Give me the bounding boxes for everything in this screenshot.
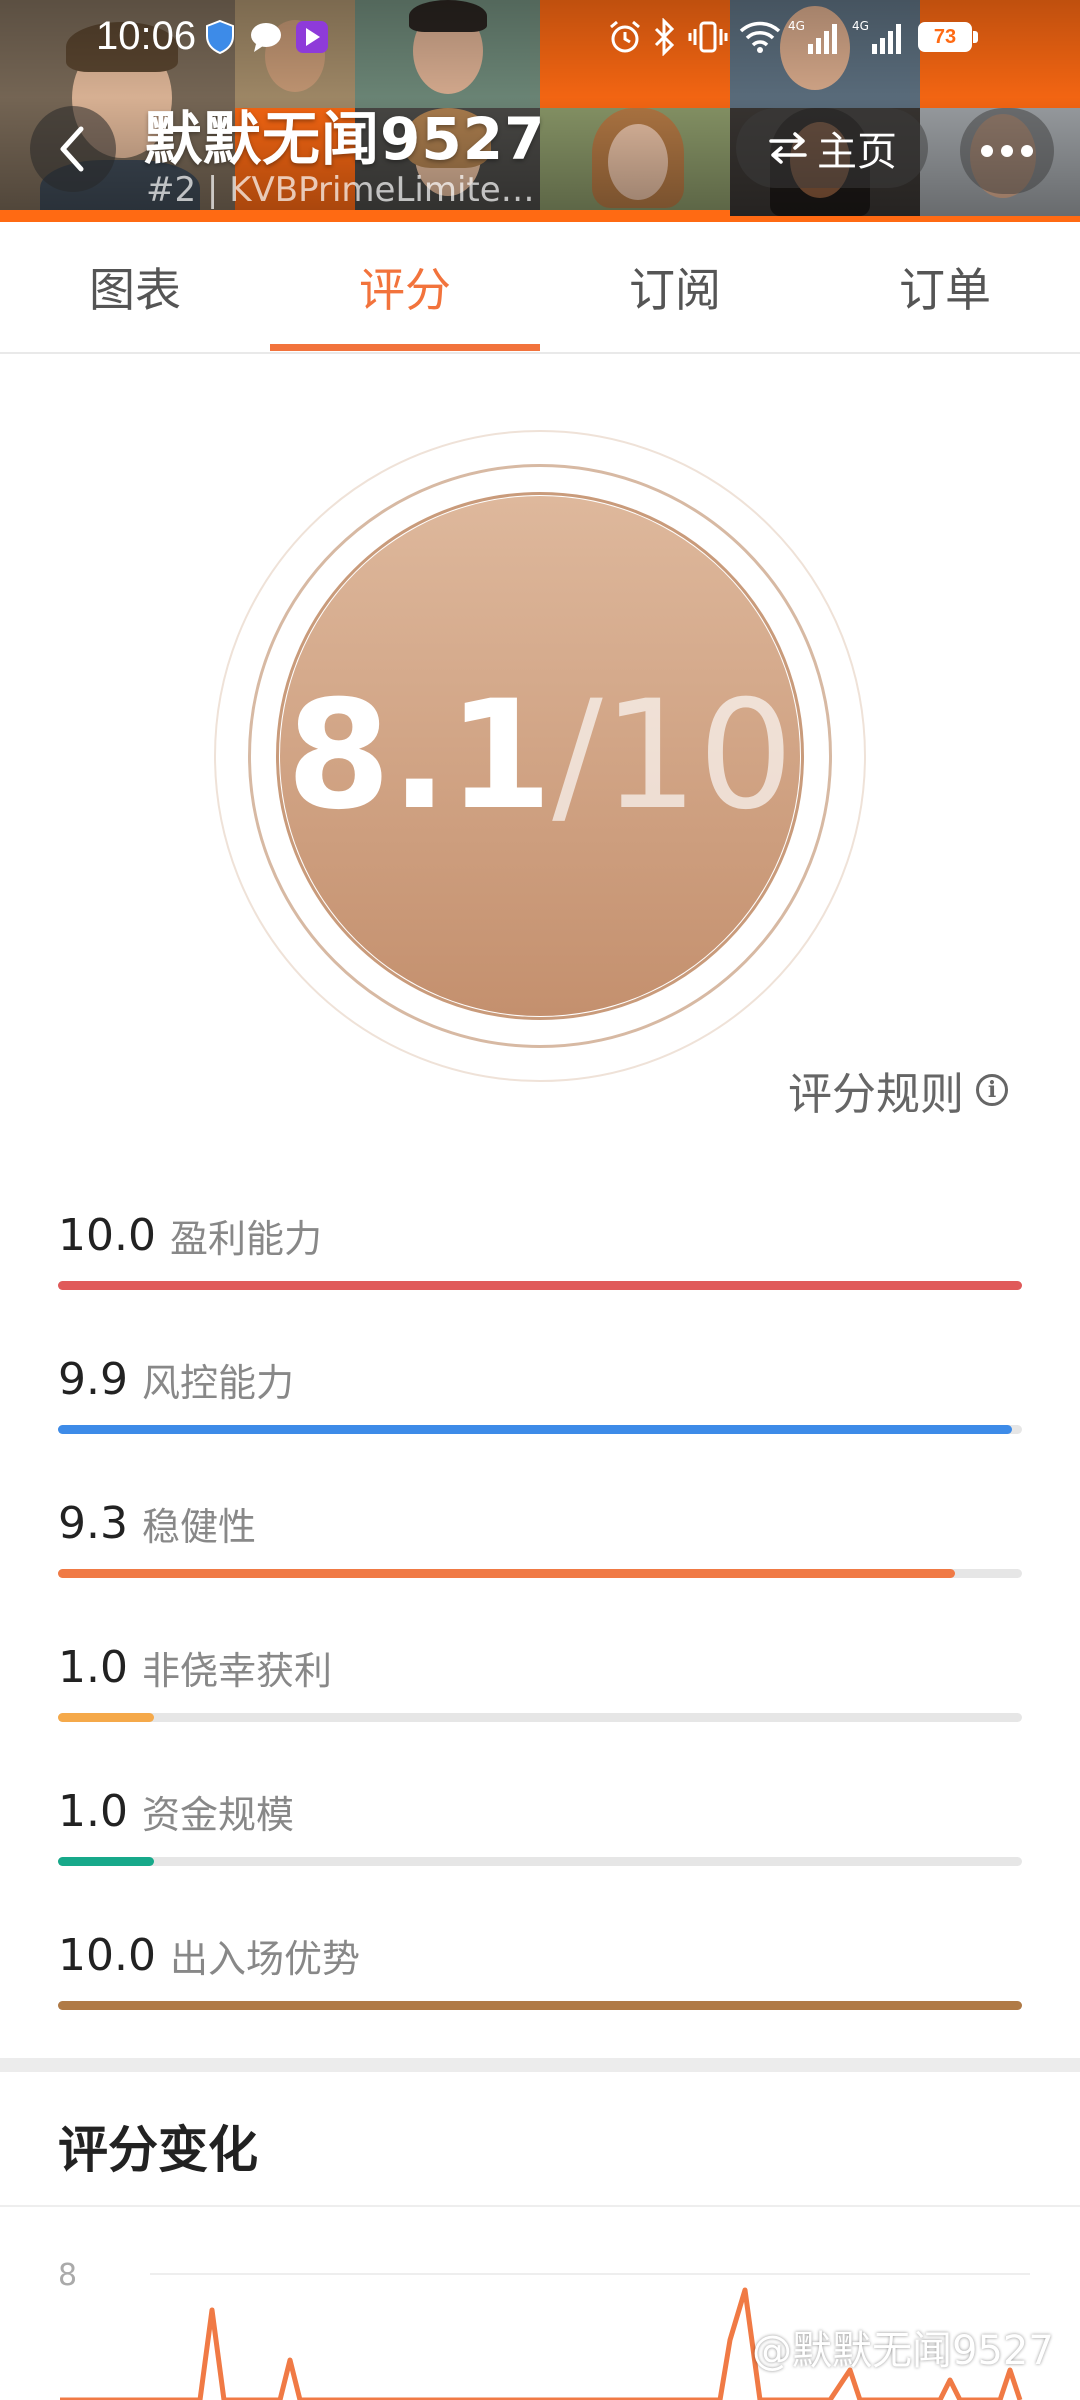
tab-orders[interactable]: 订单 — [810, 222, 1080, 352]
metric-name: 非侥幸获利 — [141, 1648, 332, 1693]
watermark: @默默无闻9527 — [752, 2328, 1054, 2374]
more-dot-icon — [1001, 145, 1013, 157]
metric-capital-scale: 1.0 资金规模 — [58, 1781, 1022, 1891]
alarm-icon — [606, 18, 644, 56]
metric-value: 10.0 — [58, 1209, 156, 1261]
metric-bar-track — [58, 1425, 1022, 1434]
metric-bar-track — [58, 2001, 1022, 2010]
more-options-button[interactable] — [960, 108, 1054, 194]
metric-stability: 9.3 稳健性 — [58, 1493, 1022, 1603]
metric-label: 1.0 资金规模 — [58, 1781, 294, 1841]
home-button[interactable]: 主页 — [736, 108, 928, 188]
metric-bar-track — [58, 1281, 1022, 1290]
score-max: /10 — [552, 669, 794, 843]
wifi-icon — [738, 18, 782, 56]
svg-text:4G: 4G — [852, 19, 869, 33]
section-separator — [0, 2205, 1080, 2207]
metric-bar-track — [58, 1857, 1022, 1866]
score-value: 8.1 — [286, 669, 553, 843]
back-button[interactable] — [30, 106, 116, 192]
more-dot-icon — [981, 145, 993, 157]
metric-label: 10.0 盈利能力 — [58, 1205, 322, 1265]
metric-entry-exit-advantage: 10.0 出入场优势 — [58, 1925, 1022, 2035]
shield-app-icon — [204, 18, 236, 56]
score-text: 8.1/10 — [214, 430, 866, 1082]
metric-name: 风控能力 — [141, 1360, 294, 1405]
tab-chart[interactable]: 图表 — [0, 222, 270, 352]
metric-label: 9.3 稳健性 — [58, 1493, 256, 1553]
metric-value: 10.0 — [58, 1929, 156, 1981]
home-button-label: 主页 — [817, 129, 897, 175]
swap-icon — [769, 132, 807, 164]
header-accent-strip — [0, 210, 730, 220]
tab-rating[interactable]: 评分 — [270, 222, 540, 352]
metric-value: 9.9 — [58, 1353, 128, 1405]
metric-risk-control: 9.9 风控能力 — [58, 1349, 1022, 1459]
metric-bar-fill — [58, 1281, 1022, 1290]
user-name-title: 默默无闻9527 — [144, 105, 546, 173]
metric-bar-fill — [58, 1569, 955, 1578]
metric-bar-fill — [58, 1713, 155, 1722]
overall-score-badge: 8.1/10 — [214, 430, 866, 1082]
bluetooth-icon — [652, 18, 676, 56]
metric-non-luck-profit: 1.0 非侥幸获利 — [58, 1637, 1022, 1747]
metric-name: 出入场优势 — [169, 1936, 360, 1981]
metric-name: 稳健性 — [141, 1504, 256, 1549]
active-tab-indicator — [270, 344, 540, 351]
metric-value: 9.3 — [58, 1497, 128, 1549]
tab-bar: 图表 评分 订阅 订单 — [0, 222, 1080, 354]
svg-text:4G: 4G — [788, 19, 805, 33]
signal-4g-icon: 4G — [788, 18, 844, 56]
metric-profitability: 10.0 盈利能力 — [58, 1205, 1022, 1315]
scoring-rules-label: 评分规则 — [788, 1069, 964, 1120]
vibrate-icon — [688, 18, 728, 56]
chevron-left-icon — [60, 126, 84, 172]
info-icon: i — [976, 1074, 1008, 1106]
scoring-rules-link[interactable]: 评分规则 i — [788, 1058, 1008, 1122]
metric-value: 1.0 — [58, 1785, 128, 1837]
metric-bar-fill — [58, 1857, 155, 1866]
metric-bar-fill — [58, 1425, 1013, 1434]
chat-notification-icon — [248, 18, 284, 56]
metric-bar-track — [58, 1713, 1022, 1722]
app-notification-icon — [294, 18, 330, 56]
user-rank-subtitle: #2 | KVBPrimeLimite… — [146, 170, 535, 210]
status-bar: 10:06 4G 4G 73 — [0, 0, 1080, 76]
metric-label: 9.9 风控能力 — [58, 1349, 294, 1409]
profile-header: 10:06 4G 4G 73 默默无闻9527 #2 | KVBPrimeLim… — [0, 0, 1080, 222]
metric-name: 盈利能力 — [169, 1216, 322, 1261]
tab-subscribe[interactable]: 订阅 — [540, 222, 810, 352]
score-change-title: 评分变化 — [58, 2121, 258, 2179]
section-divider — [0, 2058, 1080, 2072]
metric-label: 1.0 非侥幸获利 — [58, 1637, 332, 1697]
metric-value: 1.0 — [58, 1641, 128, 1693]
signal-4g-icon-2: 4G — [852, 18, 908, 56]
metric-name: 资金规模 — [141, 1792, 294, 1837]
more-dot-icon — [1021, 145, 1033, 157]
battery-icon: 73 — [918, 22, 972, 52]
battery-nub — [973, 31, 978, 43]
metric-bar-track — [58, 1569, 1022, 1578]
metric-bar-fill — [58, 2001, 1022, 2010]
metric-label: 10.0 出入场优势 — [58, 1925, 360, 1985]
status-time: 10:06 — [96, 14, 197, 58]
